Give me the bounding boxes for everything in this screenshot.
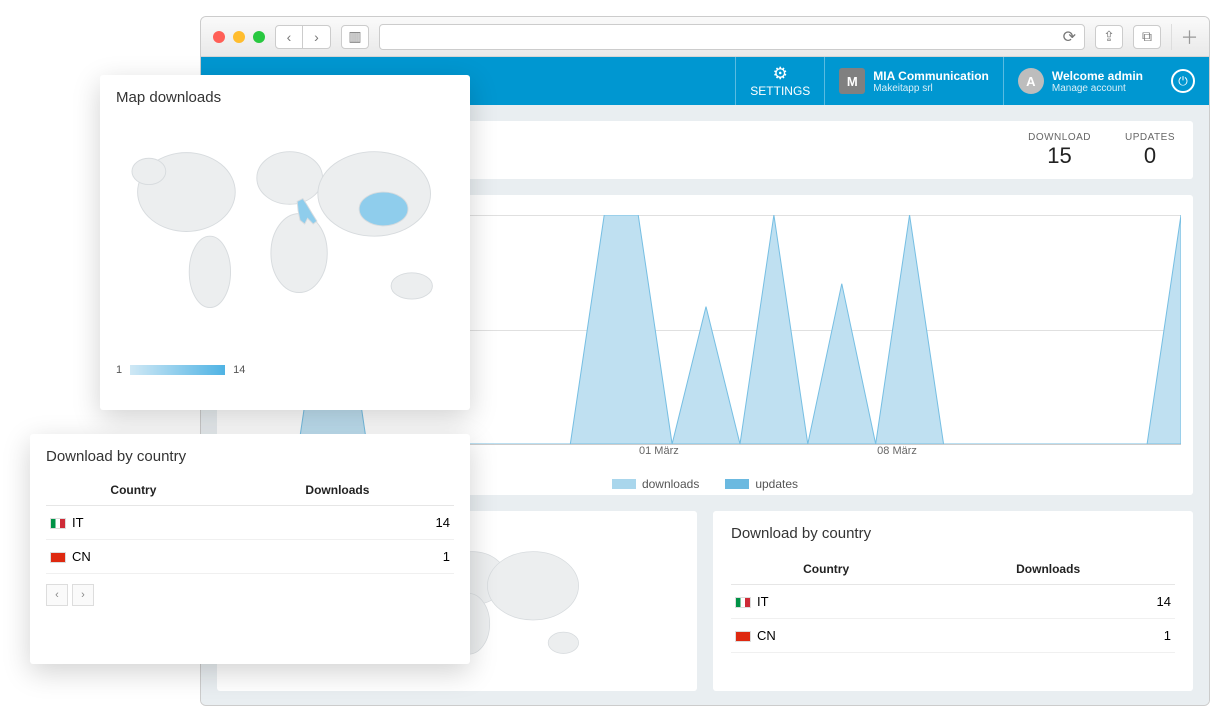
download-by-country-card: Download by country Country Downloads IT… (30, 434, 470, 664)
user-sub: Manage account (1052, 83, 1143, 94)
flag-icon (50, 552, 66, 563)
world-map[interactable] (116, 114, 454, 364)
country-panel-browser: Download by country Country Downloads IT… (713, 511, 1193, 691)
pager-prev[interactable]: ‹ (46, 584, 68, 606)
kpi-label: DOWNLOAD (1028, 132, 1091, 143)
sidebar-toggle-icon[interactable]: ▥ (341, 25, 369, 49)
legend-downloads: downloads (612, 477, 699, 491)
traffic-lights (213, 31, 265, 43)
kpi-value: 0 (1125, 143, 1175, 169)
flag-icon (735, 597, 751, 608)
pager: ‹ › (46, 584, 454, 606)
user-block[interactable]: A Welcome admin Manage account (1003, 57, 1143, 105)
browser-titlebar: ‹ › ▥ ⟳ ⇪ ⧉ ＋ (201, 17, 1209, 57)
scale-min: 1 (116, 364, 122, 376)
org-badge: M (839, 68, 865, 94)
kpi-label: UPDATES (1125, 132, 1175, 143)
table-row: IT14 (46, 506, 454, 540)
kpi-download: DOWNLOAD 15 (1028, 132, 1091, 169)
col-downloads: Downloads (221, 475, 454, 506)
logout-icon[interactable]: ⏻ (1171, 69, 1195, 93)
col-downloads: Downloads (921, 554, 1175, 585)
org-block[interactable]: M MIA Communication Makeitapp srl (824, 57, 989, 105)
avatar: A (1018, 68, 1044, 94)
map-scale: 1 14 (116, 364, 454, 376)
close-icon[interactable] (213, 31, 225, 43)
forward-button[interactable]: › (303, 25, 331, 49)
scale-max: 14 (233, 364, 245, 376)
kpi-value: 15 (1028, 143, 1091, 169)
nav-back-forward: ‹ › (275, 25, 331, 49)
table-row: CN1 (731, 619, 1175, 653)
new-tab-button[interactable]: ＋ (1171, 24, 1197, 50)
user-welcome: Welcome admin (1052, 69, 1143, 83)
settings-label: SETTINGS (750, 84, 810, 98)
flag-icon (50, 518, 66, 529)
map-downloads-card: Map downloads 1 14 (100, 75, 470, 410)
pager-next[interactable]: › (72, 584, 94, 606)
org-name: MIA Communication (873, 69, 989, 83)
col-country: Country (46, 475, 221, 506)
minimize-icon[interactable] (233, 31, 245, 43)
x-tick: 01 März (639, 445, 679, 457)
flag-icon (735, 631, 751, 642)
col-country: Country (731, 554, 921, 585)
table-row: CN1 (46, 540, 454, 574)
country-table: Country Downloads IT14CN1 (46, 475, 454, 574)
org-sub: Makeitapp srl (873, 83, 989, 94)
reload-icon[interactable]: ⟳ (1063, 27, 1076, 47)
card-title: Download by country (46, 448, 454, 465)
panel-title: Download by country (731, 525, 1175, 542)
card-title: Map downloads (116, 89, 454, 106)
maximize-icon[interactable] (253, 31, 265, 43)
gear-icon: ⚙ (750, 64, 810, 84)
share-icon[interactable]: ⇪ (1095, 25, 1123, 49)
scale-bar (130, 365, 225, 375)
settings-block[interactable]: ⚙ SETTINGS (735, 57, 810, 105)
country-table: Country Downloads IT14CN1 (731, 554, 1175, 653)
tabs-icon[interactable]: ⧉ (1133, 25, 1161, 49)
back-button[interactable]: ‹ (275, 25, 303, 49)
legend-updates: updates (725, 477, 798, 491)
x-tick: 08 März (877, 445, 917, 457)
kpi-updates: UPDATES 0 (1125, 132, 1175, 169)
table-row: IT14 (731, 585, 1175, 619)
url-bar[interactable]: ⟳ (379, 24, 1085, 50)
